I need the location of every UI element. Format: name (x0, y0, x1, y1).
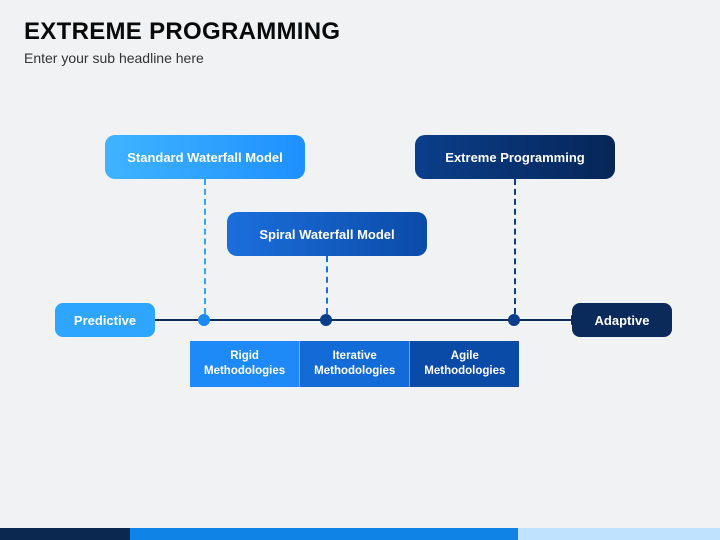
method-label: RigidMethodologies (204, 350, 285, 377)
axis-end-adaptive: Adaptive (572, 303, 672, 337)
pill-xp: Extreme Programming (415, 135, 615, 179)
method-label: AgileMethodologies (424, 350, 505, 377)
pill-waterfall: Standard Waterfall Model (105, 135, 305, 179)
axis-dot (508, 314, 520, 326)
axis-dot (198, 314, 210, 326)
axis-end-predictive: Predictive (55, 303, 155, 337)
connector-line (204, 179, 206, 314)
diagram-canvas: Standard Waterfall Model Extreme Program… (0, 0, 720, 540)
connector-line (514, 179, 516, 314)
method-iterative: IterativeMethodologies (299, 341, 409, 387)
method-label: IterativeMethodologies (314, 350, 395, 377)
methodology-band: RigidMethodologies IterativeMethodologie… (190, 341, 519, 387)
connector-line (326, 256, 328, 314)
footer-bar (0, 528, 720, 540)
pill-spiral: Spiral Waterfall Model (227, 212, 427, 256)
method-agile: AgileMethodologies (409, 341, 519, 387)
method-rigid: RigidMethodologies (190, 341, 299, 387)
axis-dot (320, 314, 332, 326)
